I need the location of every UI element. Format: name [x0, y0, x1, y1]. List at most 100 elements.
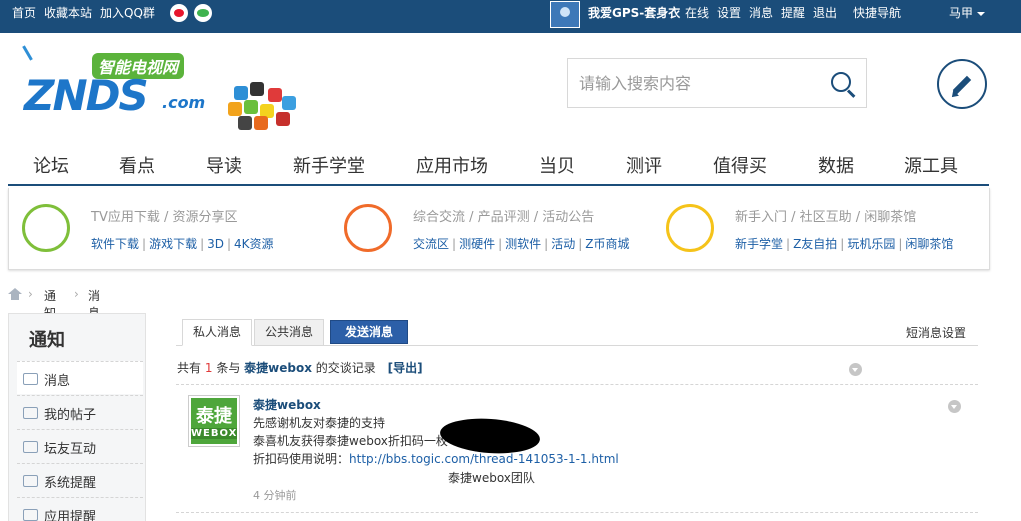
- summary-prefix: 共有: [177, 361, 202, 375]
- link-device-playground[interactable]: 玩机乐园: [847, 237, 895, 251]
- conversation-user-link[interactable]: 泰捷webox: [244, 361, 312, 375]
- message-timestamp: 4 分钟前: [253, 489, 297, 502]
- nav-data[interactable]: 数据: [818, 152, 854, 178]
- link-game-download[interactable]: 游戏下载: [149, 237, 197, 251]
- link-4k-resources[interactable]: 4K资源: [234, 237, 274, 251]
- app-icon: [244, 100, 258, 114]
- app-icon: [276, 112, 290, 126]
- app-icon: [238, 116, 252, 130]
- tv-antenna-icon: [22, 45, 33, 61]
- nav-kandian[interactable]: 看点: [119, 152, 155, 178]
- pushpin-icon[interactable]: [344, 204, 392, 252]
- link-zcoin-mall[interactable]: Z币商城: [585, 237, 629, 251]
- gear-icon: [23, 475, 38, 487]
- tab-public-messages[interactable]: 公共消息: [254, 319, 325, 346]
- home-icon[interactable]: [8, 288, 22, 300]
- summary-suffix: 的交谈记录: [315, 361, 376, 375]
- category-title-apps[interactable]: TV应用下载 / 资源分享区: [91, 206, 237, 225]
- nav-forum[interactable]: 论坛: [33, 152, 69, 178]
- link-test-software[interactable]: 测软件: [505, 237, 541, 251]
- home-link[interactable]: 首页: [12, 0, 36, 26]
- envelope-icon: [23, 373, 38, 385]
- message-line-2: 泰喜机友获得泰捷webox折扣码一枚: [253, 434, 448, 448]
- recycle-icon: [23, 441, 38, 453]
- top-bar: 首页 收藏本站 加入QQ群 我爱GPS-套身衣 在线 设置 消息 提醒 退出 快…: [0, 0, 1021, 33]
- category-links-newbie: 新手学堂 | Z友自拍 | 玩机乐园 | 闲聊茶馆: [735, 237, 954, 251]
- site-logo[interactable]: 智能电视网 ZNDS .com: [12, 45, 212, 130]
- book-icon[interactable]: [666, 204, 714, 252]
- nav-source-tools[interactable]: 源工具: [904, 152, 958, 178]
- nav-review[interactable]: 测评: [626, 152, 662, 178]
- sidebar-item-messages[interactable]: 消息: [17, 361, 143, 394]
- reminders-link[interactable]: 提醒: [781, 0, 805, 26]
- sender-name-link[interactable]: 泰捷webox: [253, 396, 321, 413]
- message-line-1: 先感谢机友对泰捷的支持: [253, 416, 386, 430]
- link-software-download[interactable]: 软件下载: [91, 237, 139, 251]
- message-options-icon[interactable]: [948, 400, 961, 413]
- sidebar-title: 通知: [29, 330, 65, 351]
- nav-newbie-school[interactable]: 新手学堂: [293, 152, 365, 178]
- avatar-text-top: 泰捷: [196, 406, 232, 427]
- category-title-newbie[interactable]: 新手入门 / 社区互助 / 闲聊茶馆: [735, 206, 916, 225]
- settings-link[interactable]: 设置: [717, 0, 741, 26]
- link-3d[interactable]: 3D: [207, 237, 224, 251]
- sidebar-item-label: 系统提醒: [44, 476, 97, 491]
- sidebar-item-app-reminders[interactable]: 应用提醒: [17, 497, 143, 521]
- compose-pencil-icon[interactable]: [937, 59, 987, 109]
- online-link[interactable]: 在线: [685, 0, 709, 26]
- android-icon[interactable]: [22, 204, 70, 252]
- logo-domain: .com: [162, 93, 206, 112]
- user-avatar[interactable]: [550, 1, 580, 28]
- app-icon: [268, 88, 282, 102]
- link-newbie-school[interactable]: 新手学堂: [735, 237, 783, 251]
- export-link[interactable]: [导出]: [388, 361, 423, 375]
- app-grid-icon: [23, 509, 38, 521]
- sms-settings-link[interactable]: 短消息设置: [906, 324, 966, 341]
- link-tea-house[interactable]: 闲聊茶馆: [905, 237, 953, 251]
- discount-usage-label: 折扣码使用说明：: [253, 452, 350, 466]
- tab-private-messages[interactable]: 私人消息: [182, 319, 253, 346]
- nav-app-market[interactable]: 应用市场: [416, 152, 488, 178]
- divider: [176, 384, 978, 385]
- discount-usage-link[interactable]: http://bbs.togic.com/thread-141053-1-1.h…: [349, 452, 619, 466]
- sidebar-item-label: 消息: [44, 374, 71, 389]
- logo-brand: ZNDS: [24, 71, 149, 120]
- notice-sidebar: 通知 消息 我的帖子 坛友互动 系统提醒 应用提醒: [8, 313, 146, 521]
- main-nav: 论坛 看点 导读 新手学堂 应用市场 当贝 测评 值得买 数据 源工具: [8, 146, 989, 186]
- nav-guide[interactable]: 导读: [206, 152, 242, 178]
- username-link[interactable]: 我爱GPS-套身衣: [588, 0, 680, 26]
- search-icon[interactable]: [828, 69, 858, 99]
- wechat-icon[interactable]: [194, 4, 212, 22]
- sender-avatar[interactable]: 泰捷 WEBOX: [188, 395, 240, 447]
- category-links-apps: 软件下载 | 游戏下载 | 3D | 4K资源: [91, 237, 274, 251]
- user-menu[interactable]: 马甲: [949, 0, 986, 26]
- category-title-community[interactable]: 综合交流 / 产品评测 / 活动公告: [413, 206, 594, 225]
- send-message-button[interactable]: 发送消息: [330, 320, 409, 344]
- link-exchange[interactable]: 交流区: [413, 237, 449, 251]
- divider: [176, 512, 978, 513]
- sidebar-item-interaction[interactable]: 坛友互动: [17, 429, 143, 462]
- search-input[interactable]: [568, 59, 818, 107]
- link-z-selfie[interactable]: Z友自拍: [793, 237, 837, 251]
- chevron-down-icon: [977, 11, 986, 16]
- app-icon: [282, 96, 296, 110]
- favorite-link[interactable]: 收藏本站: [44, 0, 92, 26]
- collapse-toggle-icon[interactable]: [849, 363, 862, 376]
- quick-nav-link[interactable]: 快捷导航: [853, 0, 901, 26]
- nav-worth-buying[interactable]: 值得买: [713, 152, 767, 178]
- link-test-hardware[interactable]: 测硬件: [459, 237, 495, 251]
- sidebar-item-my-posts[interactable]: 我的帖子: [17, 395, 143, 428]
- avatar-text-bottom: WEBOX: [191, 428, 238, 439]
- nav-dangbei[interactable]: 当贝: [539, 152, 575, 178]
- messages-link[interactable]: 消息: [749, 0, 773, 26]
- conversation-count: 1: [204, 361, 213, 375]
- logout-link[interactable]: 退出: [813, 0, 837, 26]
- message-signature: 泰捷webox团队: [448, 471, 535, 485]
- sidebar-item-system-reminders[interactable]: 系统提醒: [17, 463, 143, 496]
- app-icon: [254, 116, 268, 130]
- conversation-summary: 共有 1 条与 泰捷webox 的交谈记录 [导出]: [177, 359, 423, 376]
- weibo-icon[interactable]: [170, 4, 188, 22]
- link-activities[interactable]: 活动: [551, 237, 575, 251]
- sidebar-item-label: 我的帖子: [44, 408, 97, 423]
- join-qq-group-link[interactable]: 加入QQ群: [100, 0, 155, 26]
